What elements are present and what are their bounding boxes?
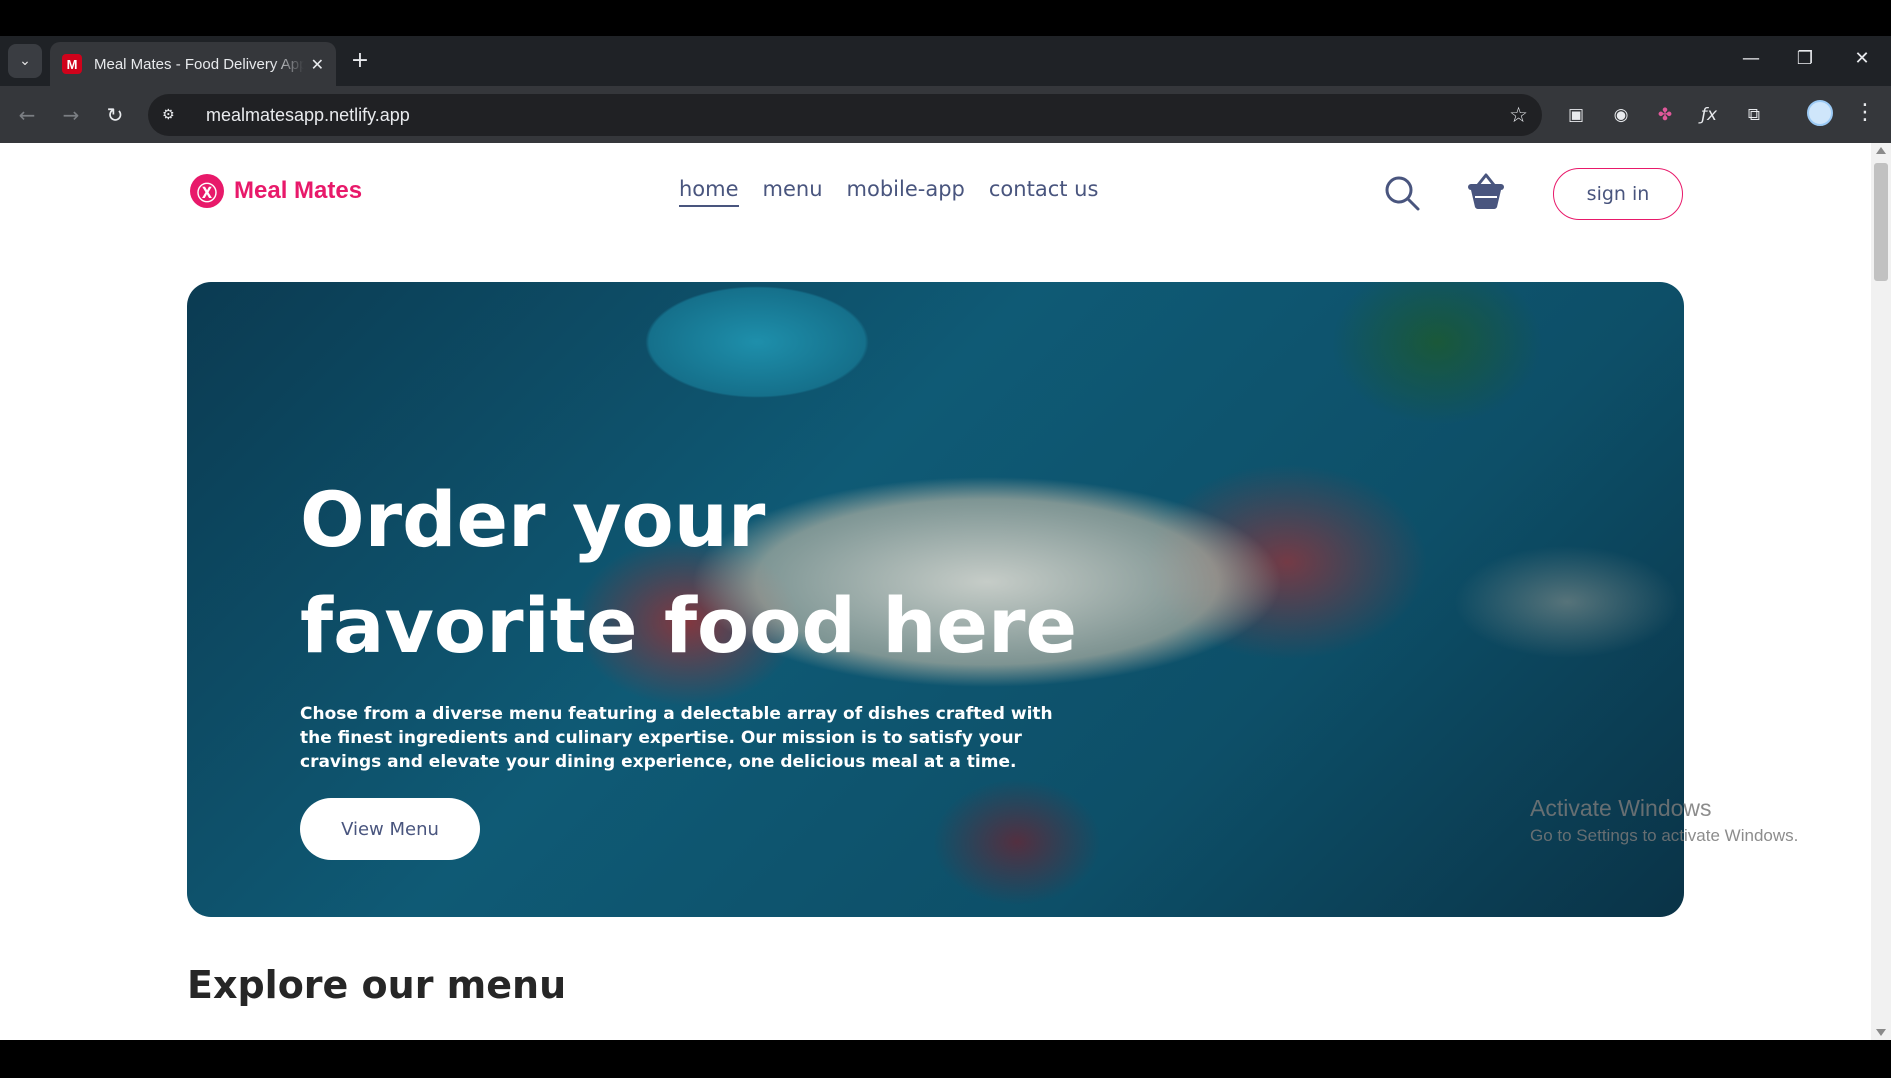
hero-banner: Order your favorite food here Chose from…	[187, 282, 1684, 917]
windows-activation-watermark: Activate Windows Go to Settings to activ…	[1530, 795, 1798, 846]
new-tab-button[interactable]: +	[346, 48, 374, 76]
back-arrow-icon[interactable]: ←	[12, 100, 42, 130]
profile-avatar[interactable]	[1807, 100, 1833, 126]
minimize-button[interactable]: —	[1736, 48, 1766, 69]
bookmark-star-icon[interactable]: ☆	[1509, 103, 1528, 127]
screen-bottom-border	[0, 1040, 1891, 1078]
explore-menu-heading: Explore our menu	[187, 963, 567, 1007]
screen-top-border	[0, 0, 1891, 36]
logo-text: Meal Mates	[234, 177, 363, 204]
watermark-title: Activate Windows	[1530, 795, 1712, 821]
site-favicon-icon: M	[62, 54, 82, 74]
reload-icon[interactable]: ↻	[100, 100, 130, 130]
web-page: Ⓧ Meal Mates home menu mobile-app contac…	[0, 143, 1871, 1040]
extensions-icon[interactable]: ⧉	[1740, 101, 1768, 129]
fx-icon[interactable]: ƒx	[1695, 101, 1723, 129]
scroll-thumb[interactable]	[1874, 163, 1888, 281]
color-picker-icon[interactable]: ✤	[1651, 101, 1679, 129]
site-logo[interactable]: Ⓧ Meal Mates	[190, 174, 362, 208]
view-menu-button[interactable]: View Menu	[300, 798, 480, 860]
browser-menu-icon[interactable]: ⋮	[1854, 100, 1876, 125]
browser-toolbar: ← → ↻ ⚙ mealmatesapp.netlify.app ☆ ▣ ◉ ✤…	[0, 86, 1891, 143]
address-bar[interactable]: ⚙ mealmatesapp.netlify.app ☆	[148, 94, 1542, 136]
scroll-down-icon[interactable]	[1876, 1029, 1886, 1036]
hero-description: Chose from a diverse menu featuring a de…	[300, 704, 1053, 772]
logo-mark-icon: Ⓧ	[190, 174, 224, 208]
site-info-icon[interactable]: ⚙	[162, 107, 186, 123]
watermark-subtitle: Go to Settings to activate Windows.	[1530, 826, 1799, 845]
forward-arrow-icon[interactable]: →	[56, 100, 86, 130]
browser-tab-strip: ⌄ M Meal Mates - Food Delivery App ✕ + —…	[0, 36, 1891, 86]
url-text: mealmatesapp.netlify.app	[206, 104, 410, 125]
sign-in-button[interactable]: sign in	[1553, 168, 1683, 220]
main-navigation: home menu mobile-app contact us	[679, 177, 1098, 207]
tab-title: Meal Mates - Food Delivery App	[94, 55, 304, 73]
page-scrollbar[interactable]	[1871, 143, 1891, 1040]
nav-menu[interactable]: menu	[763, 177, 823, 207]
basket-icon[interactable]	[1466, 171, 1506, 211]
scroll-up-icon[interactable]	[1876, 147, 1886, 154]
screen-record-icon[interactable]: ◉	[1607, 101, 1635, 129]
nav-contact-us[interactable]: contact us	[989, 177, 1099, 207]
tab-search-icon[interactable]: ⌄	[8, 44, 42, 78]
tab-search-icon[interactable]: ▣	[1562, 101, 1590, 129]
browser-tab-active[interactable]: M Meal Mates - Food Delivery App ✕	[50, 42, 336, 86]
restore-button[interactable]: ❐	[1790, 48, 1820, 69]
search-icon[interactable]	[1383, 174, 1421, 212]
hero-title: Order your favorite food here	[300, 475, 1077, 670]
nav-home[interactable]: home	[679, 177, 739, 207]
nav-mobile-app[interactable]: mobile-app	[847, 177, 965, 207]
close-window-button[interactable]: ✕	[1847, 48, 1877, 69]
tab-close-icon[interactable]: ✕	[311, 55, 324, 74]
